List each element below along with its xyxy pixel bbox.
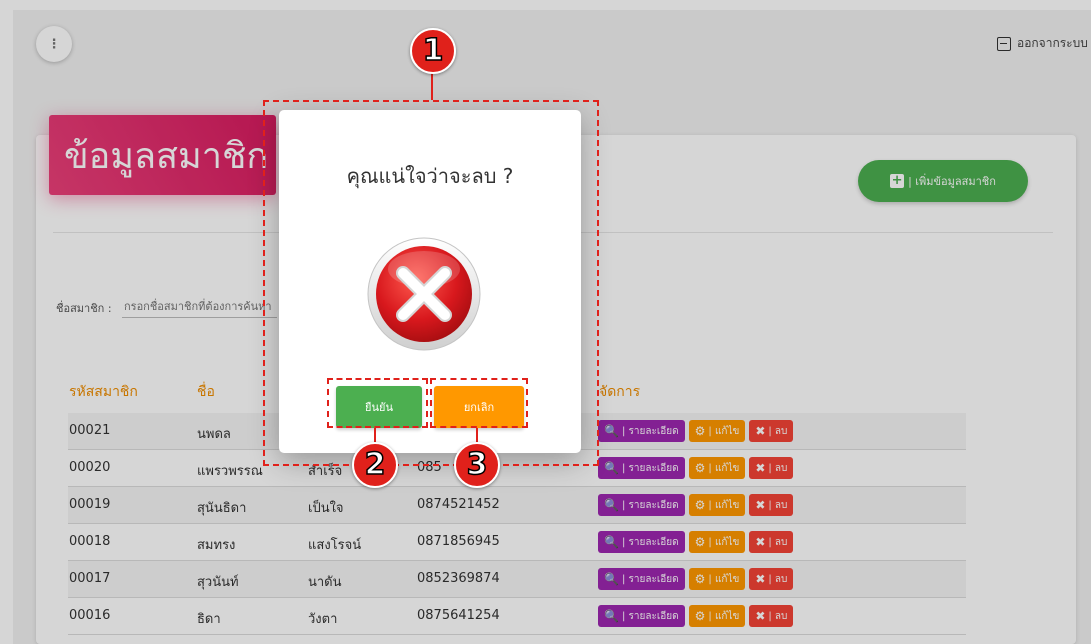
callout-line-1	[431, 70, 433, 100]
annotation-box-3	[430, 378, 528, 428]
annotation-box-2	[327, 378, 428, 428]
callout-2: 2	[352, 442, 398, 488]
callout-3: 3	[454, 442, 500, 488]
callout-1: 1	[410, 28, 456, 74]
